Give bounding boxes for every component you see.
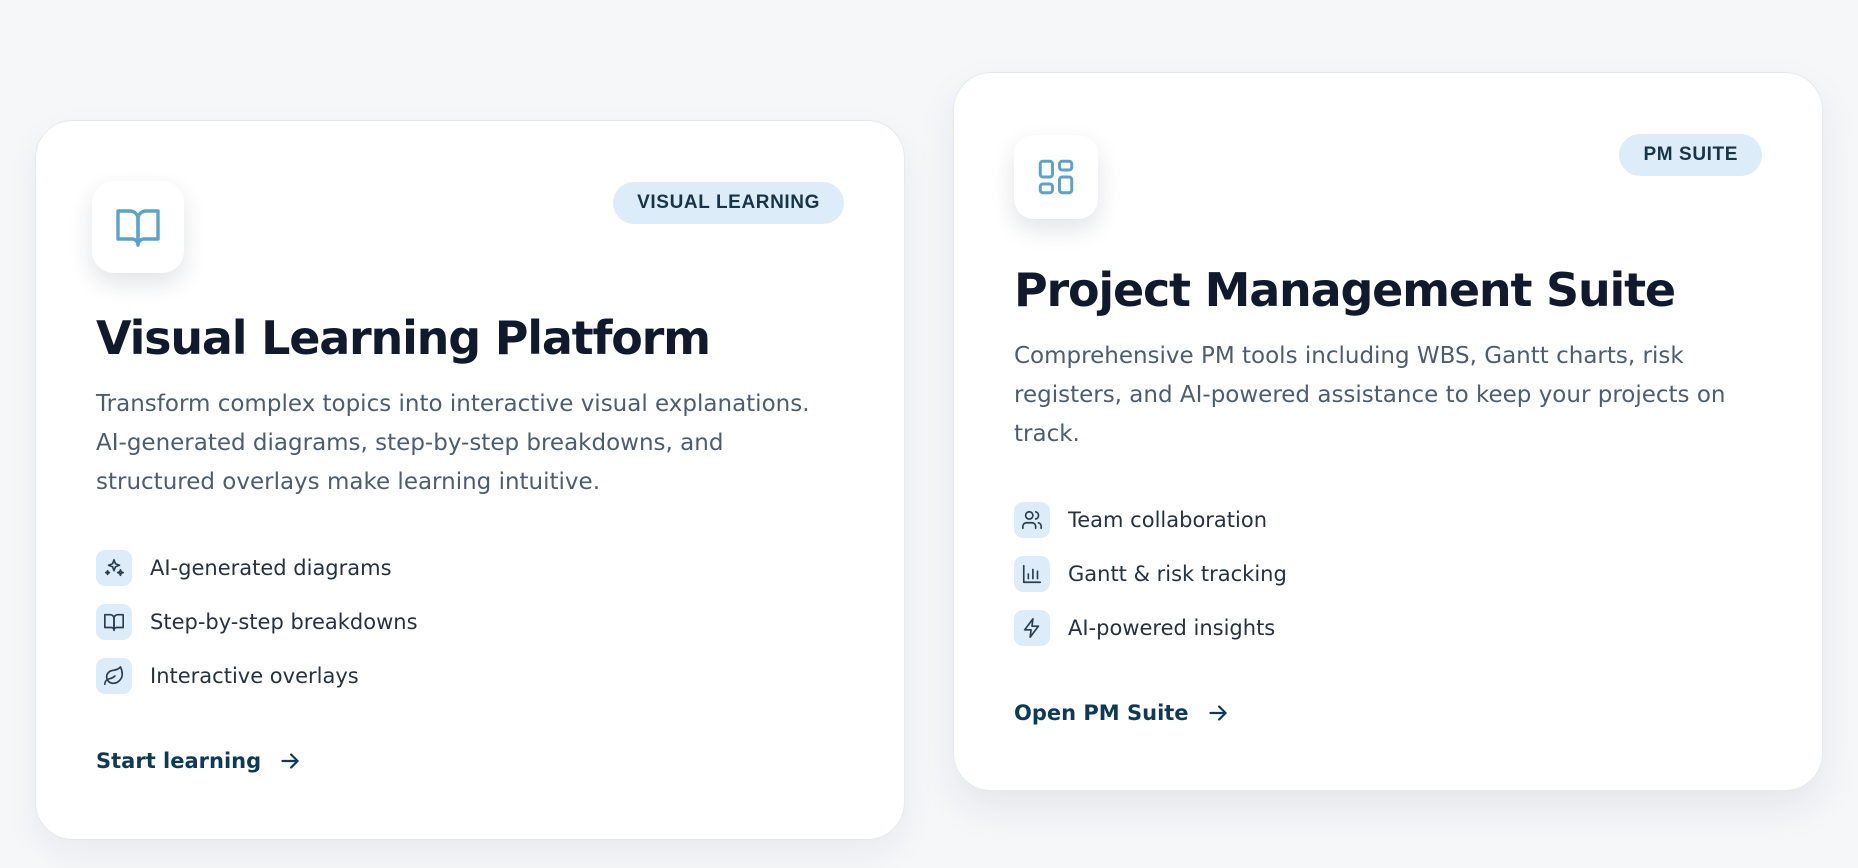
bar-chart-icon [1014, 556, 1050, 592]
feature-label: Gantt & risk tracking [1068, 562, 1287, 586]
feature-list: AI-generated diagrams Step-by-step break… [96, 550, 418, 712]
leaf-icon [96, 658, 132, 694]
start-learning-link[interactable]: Start learning [96, 748, 303, 774]
cta-label: Open PM Suite [1014, 701, 1189, 725]
book-open-icon [96, 604, 132, 640]
feature-label: Interactive overlays [150, 664, 359, 688]
feature-item: AI-generated diagrams [96, 550, 418, 586]
sparkles-icon [96, 550, 132, 586]
feature-item: Team collaboration [1014, 502, 1287, 538]
card-title: Visual Learning Platform [96, 311, 711, 365]
pm-suite-card[interactable]: PM SUITE Project Management Suite Compre… [953, 72, 1823, 791]
feature-item: AI-powered insights [1014, 610, 1287, 646]
zap-icon [1014, 610, 1050, 646]
feature-item: Gantt & risk tracking [1014, 556, 1287, 592]
feature-label: AI-generated diagrams [150, 556, 392, 580]
cta-label: Start learning [96, 749, 262, 773]
visual-learning-card[interactable]: VISUAL LEARNING Visual Learning Platform… [35, 120, 905, 840]
layout-dashboard-icon [1014, 135, 1098, 219]
card-description: Comprehensive PM tools including WBS, Ga… [1014, 343, 1726, 447]
feature-label: AI-powered insights [1068, 616, 1276, 640]
category-badge: PM SUITE [1619, 134, 1762, 176]
feature-label: Team collaboration [1068, 508, 1268, 532]
card-description: Transform complex topics into interactiv… [96, 391, 810, 495]
feature-list: Team collaboration Gantt & risk tracking… [1014, 502, 1287, 664]
feature-label: Step-by-step breakdowns [150, 610, 418, 634]
card-title: Project Management Suite [1014, 263, 1676, 317]
arrow-right-icon [281, 753, 299, 769]
arrow-right-icon [1208, 705, 1227, 721]
feature-item: Step-by-step breakdowns [96, 604, 418, 640]
book-open-icon [92, 181, 184, 273]
feature-item: Interactive overlays [96, 658, 418, 694]
open-pm-suite-link[interactable]: Open PM Suite [1014, 700, 1231, 726]
category-badge: VISUAL LEARNING [613, 182, 844, 224]
users-icon [1014, 502, 1050, 538]
